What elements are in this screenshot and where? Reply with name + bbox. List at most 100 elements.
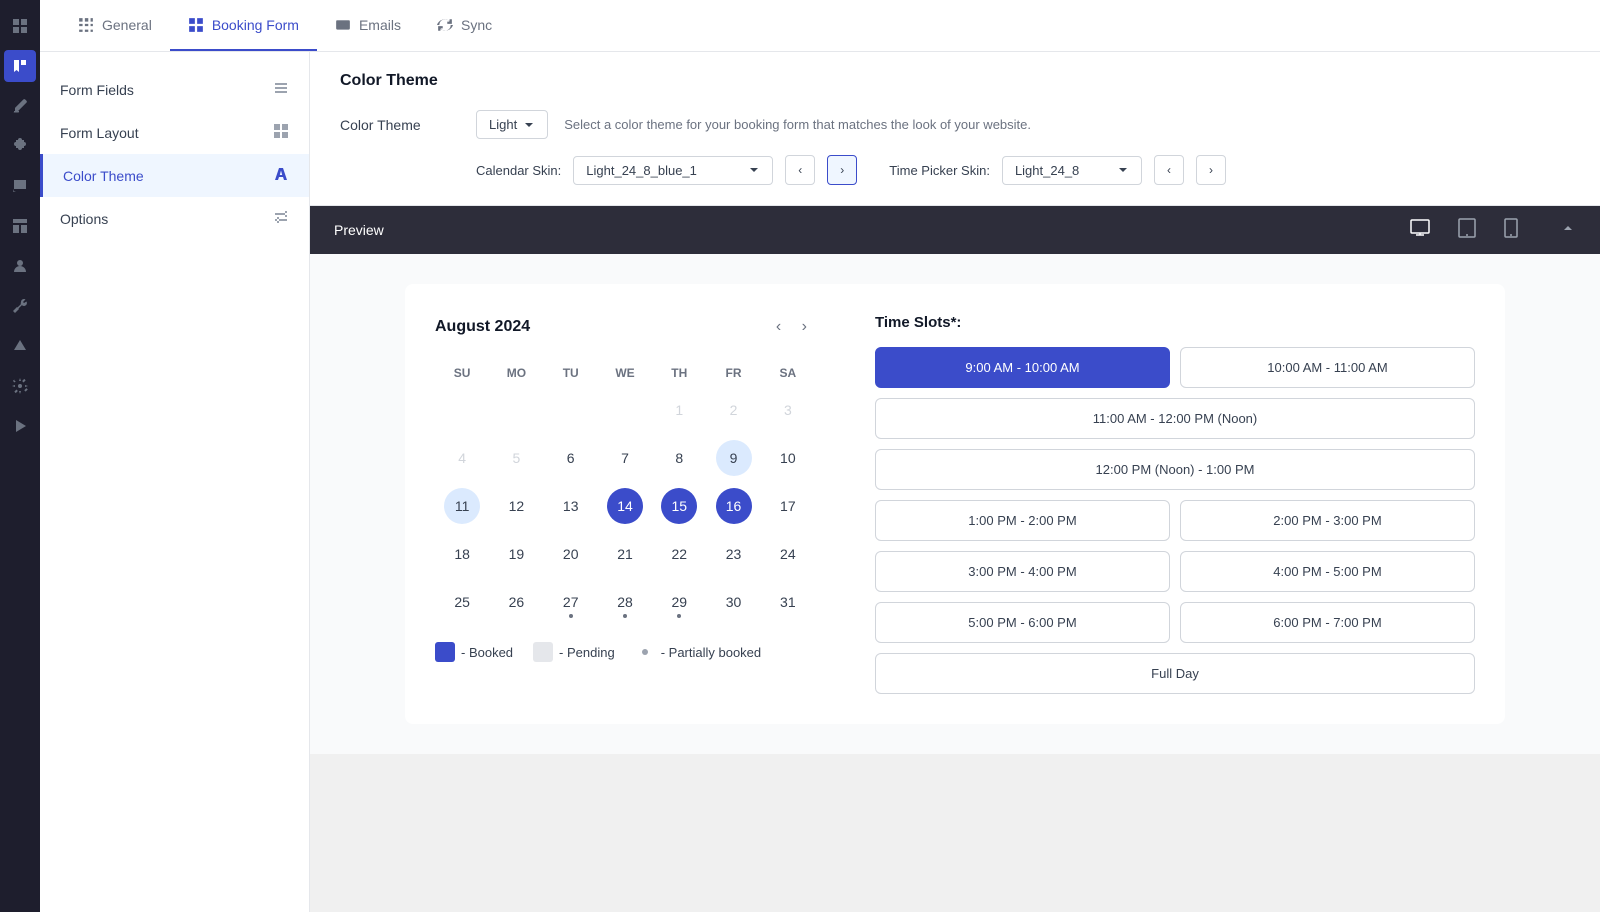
calendar-day[interactable]: 14 [607, 488, 643, 524]
timeslots-section: Time Slots*: 9:00 AM - 10:00 AM10:00 AM … [875, 314, 1475, 694]
calendar-day[interactable]: 2 [716, 392, 752, 428]
color-theme-select[interactable]: Light [476, 110, 548, 139]
calendar-day[interactable]: 13 [553, 488, 589, 524]
calendar-day[interactable]: 21 [607, 536, 643, 572]
device-desktop-btn[interactable] [1404, 214, 1436, 247]
day-header-mo: MO [489, 360, 543, 386]
calendar-day[interactable]: 15 [661, 488, 697, 524]
day-header-th: TH [652, 360, 706, 386]
time-picker-skin-label: Time Picker Skin: [889, 163, 990, 178]
calendar-nav: ‹ › [768, 314, 815, 340]
calendar-day[interactable]: 29 [661, 584, 697, 620]
calendar-day[interactable]: 25 [444, 584, 480, 620]
bookmark-icon[interactable] [4, 50, 36, 82]
calendar-day[interactable]: 11 [444, 488, 480, 524]
device-mobile-btn[interactable] [1498, 214, 1524, 247]
day-header-we: WE [598, 360, 652, 386]
brush-icon[interactable] [4, 90, 36, 122]
panel-item-form-layout[interactable]: Form Layout [40, 111, 309, 154]
calendar-day[interactable]: 9 [716, 440, 752, 476]
calendar-skin-prev-btn[interactable]: ‹ [785, 155, 815, 185]
timeslot-btn[interactable]: 11:00 AM - 12:00 PM (Noon) [875, 398, 1475, 439]
calendar-day[interactable]: 30 [716, 584, 752, 620]
tools-icon[interactable] [4, 290, 36, 322]
calendar-day[interactable]: 16 [716, 488, 752, 524]
legend-pending: - Pending [533, 642, 615, 662]
play-icon[interactable] [4, 410, 36, 442]
calendar-day[interactable]: 5 [498, 440, 534, 476]
calendar-day[interactable]: 3 [770, 392, 806, 428]
calendar-grid: SU MO TU WE TH FR SA 1234567891 [435, 360, 815, 626]
timeslot-btn[interactable]: 1:00 PM - 2:00 PM [875, 500, 1170, 541]
calendar-day[interactable]: 12 [498, 488, 534, 524]
timeslot-btn[interactable]: 9:00 AM - 10:00 AM [875, 347, 1170, 388]
time-picker-prev-btn[interactable]: ‹ [1154, 155, 1184, 185]
calendar-skin-next-btn[interactable]: › [827, 155, 857, 185]
calendar-header: August 2024 ‹ › [435, 314, 815, 340]
puzzle-icon[interactable] [4, 130, 36, 162]
timeslot-btn[interactable]: 12:00 PM (Noon) - 1:00 PM [875, 449, 1475, 490]
panel-item-options[interactable]: Options [40, 197, 309, 240]
calendar-day[interactable]: 8 [661, 440, 697, 476]
grid-icon[interactable] [4, 10, 36, 42]
legend-partial-label: - Partially booked [661, 645, 761, 660]
sliders-icon [273, 209, 289, 228]
chat-icon[interactable] [4, 170, 36, 202]
day-header-tu: TU [544, 360, 598, 386]
preview-content: August 2024 ‹ › SU MO TU [310, 254, 1600, 754]
panel-item-color-theme[interactable]: Color Theme [40, 154, 309, 197]
settings-area: Color Theme Color Theme Light Select a c… [310, 52, 1600, 206]
calendar-day[interactable]: 4 [444, 440, 480, 476]
color-theme-label: Color Theme [340, 117, 460, 133]
calendar-day[interactable]: 6 [553, 440, 589, 476]
user-icon[interactable] [4, 250, 36, 282]
tab-general[interactable]: General [60, 0, 170, 51]
layout-icon [273, 123, 289, 142]
legend-booked-label: - Booked [461, 645, 513, 660]
legend-booked-box [435, 642, 455, 662]
device-tablet-btn[interactable] [1452, 214, 1482, 247]
calendar-day[interactable]: 10 [770, 440, 806, 476]
timeslot-btn[interactable]: 3:00 PM - 4:00 PM [875, 551, 1170, 592]
apps-icon[interactable] [4, 330, 36, 362]
layout-icon[interactable] [4, 210, 36, 242]
calendar-prev-btn[interactable]: ‹ [768, 314, 789, 340]
panel-item-form-fields[interactable]: Form Fields [40, 68, 309, 111]
timeslot-btn[interactable]: 4:00 PM - 5:00 PM [1180, 551, 1475, 592]
calendar-day[interactable]: 22 [661, 536, 697, 572]
calendar-skin-select[interactable]: Light_24_8_blue_1 [573, 156, 773, 185]
calendar-next-btn[interactable]: › [794, 314, 815, 340]
calendar-day[interactable]: 31 [770, 584, 806, 620]
time-picker-skin-select[interactable]: Light_24_8 [1002, 156, 1142, 185]
calendar-day[interactable]: 19 [498, 536, 534, 572]
calendar-day[interactable]: 18 [444, 536, 480, 572]
tab-sync[interactable]: Sync [419, 0, 510, 51]
right-panel: Color Theme Color Theme Light Select a c… [310, 52, 1600, 912]
main-content: General Booking Form Emails Sync Form Fi… [40, 0, 1600, 912]
timeslot-btn[interactable]: Full Day [875, 653, 1475, 694]
calendar-day[interactable]: 23 [716, 536, 752, 572]
legend-booked: - Booked [435, 642, 513, 662]
time-picker-next-btn[interactable]: › [1196, 155, 1226, 185]
calendar-day[interactable]: 17 [770, 488, 806, 524]
calendar-day[interactable]: 1 [661, 392, 697, 428]
calendar-day[interactable]: 27 [553, 584, 589, 620]
calendar-day[interactable]: 7 [607, 440, 643, 476]
calendar-day[interactable]: 20 [553, 536, 589, 572]
timeslot-btn[interactable]: 6:00 PM - 7:00 PM [1180, 602, 1475, 643]
timeslot-btn[interactable]: 10:00 AM - 11:00 AM [1180, 347, 1475, 388]
preview-title: Preview [334, 222, 384, 238]
calendar-day[interactable]: 28 [607, 584, 643, 620]
time-picker-section: Time Picker Skin: Light_24_8 ‹ › [889, 155, 1226, 185]
timeslot-btn[interactable]: 5:00 PM - 6:00 PM [875, 602, 1170, 643]
preview-collapse-btn[interactable] [1560, 220, 1576, 241]
settings-icon[interactable] [4, 370, 36, 402]
tab-emails[interactable]: Emails [317, 0, 419, 51]
timeslot-btn[interactable]: 2:00 PM - 3:00 PM [1180, 500, 1475, 541]
content-area: Form Fields Form Layout Color Theme Opti… [40, 52, 1600, 912]
legend-partial-dot [635, 642, 655, 662]
calendar-day[interactable]: 26 [498, 584, 534, 620]
tab-booking-form[interactable]: Booking Form [170, 0, 317, 51]
calendar-day[interactable]: 24 [770, 536, 806, 572]
font-icon [273, 166, 289, 185]
